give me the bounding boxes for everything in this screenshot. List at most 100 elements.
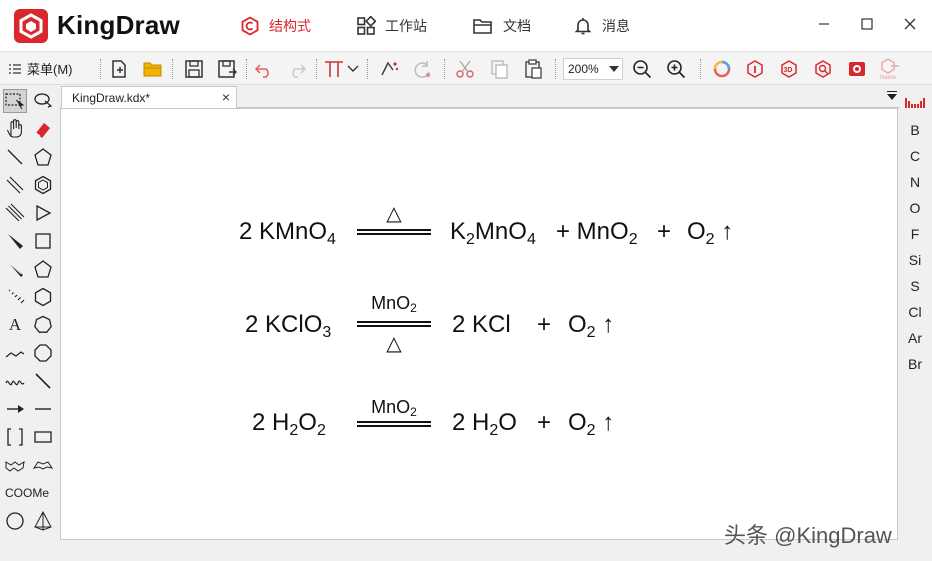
save-button[interactable] (182, 57, 206, 81)
pentagon-ring-2-tool[interactable] (31, 257, 55, 281)
tab-messages[interactable]: 消息 (573, 0, 630, 52)
pentagon-ring-tool[interactable] (31, 145, 55, 169)
save-as-button[interactable] (216, 57, 240, 81)
element-ar[interactable]: Ar (900, 330, 930, 346)
drawing-canvas[interactable]: 2 KMnO4 △ K2MnO4 + MnO2 + O2 ↑ 2 KClO3 M… (60, 108, 898, 540)
document-tab-title: KingDraw.kdx* (72, 91, 151, 105)
arrow-tool[interactable] (3, 397, 27, 421)
text-tool[interactable]: A (3, 313, 27, 337)
name-to-structure-button[interactable]: Name (878, 57, 902, 81)
hash-bond-tool[interactable] (3, 285, 27, 309)
eq1-product-2: + MnO2 (556, 218, 638, 248)
3d-shape-tool[interactable] (31, 509, 55, 533)
octagon-ring-tool[interactable] (31, 341, 55, 365)
wavy-bond-tool[interactable] (3, 369, 27, 393)
heptagon-icon (34, 315, 52, 333)
circle-icon (6, 512, 24, 530)
line-tool[interactable] (31, 369, 55, 393)
element-si[interactable]: Si (900, 252, 930, 268)
text-tool-dropdown[interactable] (344, 57, 362, 81)
eraser-tool[interactable] (31, 117, 55, 141)
hand-pan-tool[interactable] (3, 117, 27, 141)
image-recognition-button[interactable] (845, 57, 869, 81)
chevron-down-icon (347, 65, 359, 72)
redo-button[interactable] (285, 57, 309, 81)
periodic-table-button[interactable] (905, 96, 925, 115)
tab-structure[interactable]: 结构式 (240, 0, 311, 52)
element-br[interactable]: Br (900, 356, 930, 372)
undo-button[interactable] (252, 57, 276, 81)
paste-button[interactable] (521, 57, 545, 81)
coome-group-tool[interactable]: COOMe (1, 481, 53, 505)
triangle-ring-tool[interactable] (31, 201, 55, 225)
element-o[interactable]: O (900, 200, 930, 216)
square-ring-tool[interactable] (31, 229, 55, 253)
element-f[interactable]: F (900, 226, 930, 242)
template-tool-1[interactable] (3, 453, 27, 477)
open-file-button[interactable] (141, 57, 165, 81)
new-file-button[interactable] (107, 57, 131, 81)
close-icon (904, 18, 916, 30)
search-molecule-button[interactable] (811, 57, 835, 81)
3d-view-button[interactable]: 3D (777, 57, 801, 81)
list-menu-icon (9, 63, 21, 74)
text-tool-button[interactable] (322, 57, 346, 81)
rect-select-tool[interactable] (3, 89, 27, 113)
tab-workstation[interactable]: 工作站 (356, 0, 427, 52)
rotate-button[interactable] (410, 57, 434, 81)
element-s[interactable]: S (900, 278, 930, 294)
heptagon-ring-tool[interactable] (31, 313, 55, 337)
color-button[interactable] (710, 57, 734, 81)
triple-bond-tool[interactable] (3, 201, 27, 225)
element-cl[interactable]: Cl (900, 304, 930, 320)
chain-tool[interactable] (3, 341, 27, 365)
main-toolbar: 菜单(M) 200% 3D Name (0, 53, 932, 85)
element-n[interactable]: N (900, 174, 930, 190)
wedge-bond-tool[interactable] (3, 229, 27, 253)
minimize-button[interactable] (810, 12, 838, 36)
template-tool-2[interactable] (31, 453, 55, 477)
copy-button[interactable] (487, 57, 511, 81)
menu-button[interactable]: 菜单(M) (8, 59, 73, 78)
tab-list-dropdown-icon[interactable] (887, 94, 897, 100)
circle-shape-tool[interactable] (3, 509, 27, 533)
rectangle-shape-tool[interactable] (31, 425, 55, 449)
maximize-button[interactable] (853, 12, 881, 36)
hexagon-icon (34, 287, 52, 307)
tab-documents[interactable]: 文档 (472, 0, 531, 52)
eq2-plus: + (537, 311, 552, 338)
bracket-tool[interactable] (3, 425, 27, 449)
zoom-out-button[interactable] (630, 57, 654, 81)
bold-wedge-tool[interactable] (3, 257, 27, 281)
close-tab-icon[interactable]: × (222, 89, 230, 105)
cut-button[interactable] (453, 57, 477, 81)
clean-structure-icon (381, 61, 399, 76)
horizontal-line-tool[interactable] (31, 397, 55, 421)
benzene-ring-tool[interactable] (31, 173, 55, 197)
tab-documents-label: 文档 (503, 18, 531, 34)
clean-structure-button[interactable] (378, 57, 402, 81)
document-tab[interactable]: KingDraw.kdx* × (61, 86, 237, 108)
eq1-product-1: K2MnO4 (450, 218, 536, 248)
single-bond-tool[interactable] (3, 145, 27, 169)
zoom-in-button[interactable] (664, 57, 688, 81)
triple-bond-icon (5, 203, 25, 222)
zoom-select[interactable]: 200% (563, 58, 623, 80)
text-tool-label: A (8, 315, 22, 334)
element-b[interactable]: B (900, 122, 930, 138)
double-bond-tool[interactable] (3, 173, 27, 197)
bold-wedge-icon (7, 261, 23, 277)
info-button[interactable] (743, 57, 767, 81)
eq1-heat-symbol: △ (386, 203, 402, 225)
drawing-tools-panel: A COOMe (0, 86, 58, 561)
boat-template-icon (33, 461, 53, 470)
eq3-equals-sign (357, 421, 431, 427)
zoom-dropdown-arrow-icon (609, 66, 619, 72)
element-c[interactable]: C (900, 148, 930, 164)
coome-label: COOMe (4, 486, 49, 500)
wedge-bond-icon (8, 234, 23, 249)
hexagon-ring-tool[interactable] (31, 285, 55, 309)
lasso-select-tool[interactable] (31, 89, 55, 113)
close-button[interactable] (896, 12, 924, 36)
pentagon-icon (34, 148, 52, 166)
